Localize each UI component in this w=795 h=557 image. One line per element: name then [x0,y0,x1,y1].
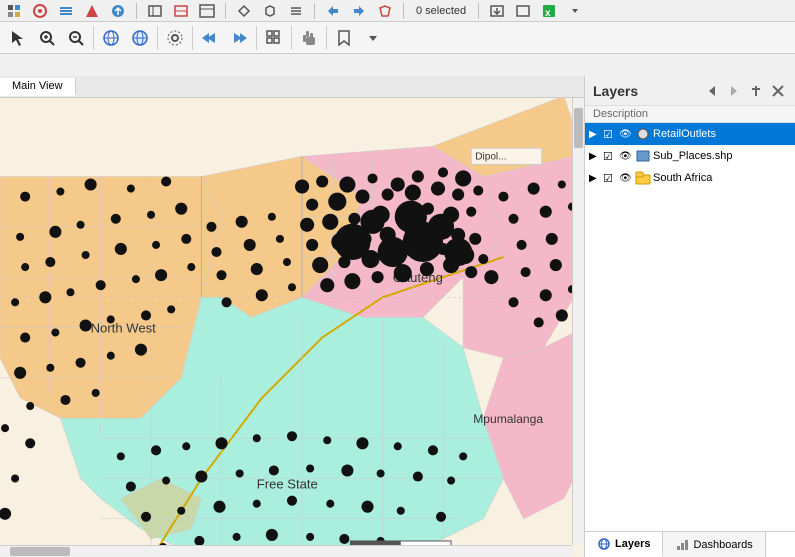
tab-dashboards-label: Dashboards [693,539,752,551]
toolbar [0,22,795,54]
map-tab-bar: Main View [0,76,584,98]
main-layout: Main View [0,76,795,557]
separator-4 [403,3,404,19]
panel-header: Layers [585,76,795,106]
separator-3 [314,3,315,19]
menu-icon-4[interactable] [82,1,102,21]
excel-icon[interactable]: x [539,1,559,21]
horizontal-scrollbar[interactable] [0,545,572,557]
layer-item-retailoutlets[interactable]: ▶ ☑ 👁 RetailOutlets [585,123,795,145]
map-area[interactable]: Main View [0,76,585,557]
tool-settings[interactable] [161,24,189,52]
layer-visibility-3[interactable]: 👁 [619,173,633,184]
layers-list: ▶ ☑ 👁 RetailOutlets ▶ ☑ 👁 Sub_Places.shp [585,123,795,531]
toolbar-sep-5 [291,26,292,50]
globe-icon [597,537,611,551]
layer-checkbox-1[interactable]: ☑ [603,128,617,141]
separator-5 [478,3,479,19]
tab-layers-label: Layers [615,538,650,550]
layer-checkbox-3[interactable]: ☑ [603,172,617,185]
tool-zoom-out[interactable] [62,24,90,52]
tool-prev[interactable] [196,24,224,52]
toolbar-sep-3 [192,26,193,50]
menu-icon-1[interactable] [4,1,24,21]
menu-icon-12[interactable] [323,1,343,21]
menu-icon-7[interactable] [171,1,191,21]
layer-icon-1 [635,126,651,142]
export-icon-1[interactable] [487,1,507,21]
dropdown-arrow[interactable] [565,1,585,21]
layer-name-2: Sub_Places.shp [653,150,733,162]
menu-icon-8[interactable] [197,1,217,21]
tool-grid[interactable] [260,24,288,52]
menu-icon-6[interactable] [145,1,165,21]
layer-visibility-1[interactable]: 👁 [619,129,633,140]
layer-expand-icon-2: ▶ [589,151,601,162]
toolbar-sep-4 [256,26,257,50]
panel-back-btn[interactable] [703,82,721,100]
separator-1 [136,3,137,19]
menu-icon-11[interactable] [286,1,306,21]
tab-dashboards[interactable]: Dashboards [663,532,765,557]
svg-text:Free State: Free State [257,477,318,492]
svg-text:x: x [545,8,551,19]
top-menu-bar: 0 selected x [0,0,795,22]
layer-checkbox-2[interactable]: ☑ [603,150,617,163]
panel-close-btn[interactable] [769,82,787,100]
toolbar-sep-2 [157,26,158,50]
export-icon-2[interactable] [513,1,533,21]
layer-expand-icon-3: ▶ [589,173,601,184]
toolbar-sep-1 [93,26,94,50]
h-scroll-thumb[interactable] [10,547,70,556]
map-svg: North West Gauteng Free State Mpumalanga [0,98,584,557]
description-header: Description [585,106,795,123]
layer-icon-2 [635,148,651,164]
layer-item-southafrica[interactable]: ▶ ☑ 👁 South Africa [585,167,795,189]
tool-select[interactable] [4,24,32,52]
tool-zoom-in[interactable] [33,24,61,52]
right-panel: Layers Description [585,76,795,557]
menu-icon-10[interactable] [260,1,280,21]
tool-globe1[interactable] [97,24,125,52]
map-canvas[interactable]: North West Gauteng Free State Mpumalanga [0,98,584,557]
layer-visibility-2[interactable]: 👁 [619,151,633,162]
vertical-scrollbar[interactable] [572,98,584,545]
menu-icon-2[interactable] [30,1,50,21]
toolbar-sep-6 [326,26,327,50]
layer-name-1: RetailOutlets [653,128,716,140]
tool-bookmark[interactable] [330,24,358,52]
layer-expand-icon: ▶ [589,129,601,140]
tab-layers[interactable]: Layers [585,532,663,557]
menu-icon-3[interactable] [56,1,76,21]
svg-text:North West: North West [91,321,157,336]
panel-controls [703,82,787,100]
panel-title: Layers [593,83,638,99]
menu-icon-14[interactable] [375,1,395,21]
menu-icon-13[interactable] [349,1,369,21]
v-scroll-thumb[interactable] [574,108,583,148]
svg-text:Mpumalanga: Mpumalanga [473,412,543,426]
tool-pan[interactable] [295,24,323,52]
main-view-tab[interactable]: Main View [0,78,76,96]
menu-icon-5[interactable] [108,1,128,21]
svg-text:Dipol...: Dipol... [475,151,506,162]
panel-forward-btn[interactable] [725,82,743,100]
menu-icon-9[interactable] [234,1,254,21]
layer-icon-3 [635,170,651,186]
panel-pin-btn[interactable] [747,82,765,100]
layer-item-subplaces[interactable]: ▶ ☑ 👁 Sub_Places.shp [585,145,795,167]
selected-count-label: 0 selected [412,5,470,17]
layer-name-3: South Africa [653,172,712,184]
tool-next[interactable] [225,24,253,52]
separator-2 [225,3,226,19]
tool-globe2[interactable] [126,24,154,52]
chart-icon [675,538,689,552]
tool-dropdown[interactable] [359,24,387,52]
